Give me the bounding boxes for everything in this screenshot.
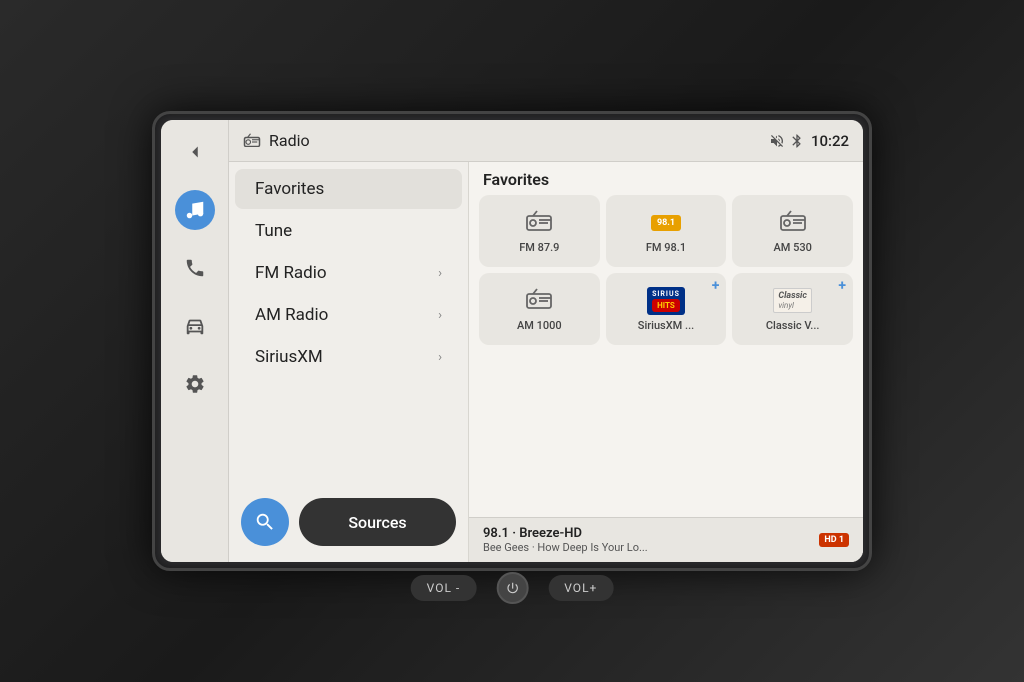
tile-label-fm879: FM 87.9 — [519, 241, 559, 254]
vol-minus-button[interactable]: VOL - — [411, 575, 477, 601]
add-icon: + — [712, 278, 720, 294]
infotainment-screen: Radio 10:22 — [161, 120, 863, 562]
tile-label-am530: AM 530 — [773, 241, 811, 254]
radio-tile-icon — [525, 286, 553, 315]
tile-label-siriushits: SiriusXM ... — [638, 319, 694, 332]
favorite-tile-am530[interactable]: AM 530 — [732, 195, 853, 267]
favorite-tile-am1000[interactable]: AM 1000 — [479, 273, 600, 345]
tile-label-fm981: FM 98.1 — [646, 241, 686, 254]
fm981-logo: 98.1 — [651, 209, 681, 237]
sidebar-settings-icon[interactable] — [175, 364, 215, 404]
sidebar — [161, 120, 229, 562]
menu-panel: Favorites Tune FM Radio › AM Radio › Sir — [229, 162, 469, 562]
favorites-panel: Favorites — [469, 162, 863, 562]
status-bar: 10:22 — [769, 132, 849, 150]
power-button[interactable] — [496, 572, 528, 604]
bluetooth-icon — [789, 133, 805, 149]
radio-tile-icon — [779, 208, 807, 237]
main-content: Radio 10:22 — [229, 120, 863, 562]
favorites-grid: FM 87.9 98.1 FM 98.1 — [469, 195, 863, 353]
radio-tile-icon — [525, 208, 553, 237]
hardware-controls: VOL - VOL+ — [411, 572, 614, 604]
chevron-icon: › — [438, 308, 442, 323]
hd-badge: HD 1 — [819, 533, 849, 547]
body-area: Favorites Tune FM Radio › AM Radio › Sir — [229, 162, 863, 562]
status-icons — [769, 133, 805, 149]
favorite-tile-siriushits[interactable]: + SIRIUS HITS SiriusXM ... — [606, 273, 727, 345]
now-playing-bar: 98.1 · Breeze-HD Bee Gees · How Deep Is … — [469, 517, 863, 562]
favorites-title: Favorites — [469, 162, 863, 195]
menu-item-am-radio[interactable]: AM Radio › — [235, 295, 462, 335]
now-playing-station: 98.1 · Breeze-HD — [483, 526, 813, 541]
classicvinyl-logo: Classic vinyl — [773, 287, 812, 315]
sources-button[interactable]: Sources — [299, 498, 456, 546]
menu-item-favorites[interactable]: Favorites — [235, 169, 462, 209]
tile-label-classicvinyl: Classic V... — [766, 319, 820, 332]
menu-item-tune[interactable]: Tune — [235, 211, 462, 251]
sidebar-music-icon[interactable] — [175, 190, 215, 230]
page-title: Radio — [269, 131, 761, 150]
sidebar-car-icon[interactable] — [175, 306, 215, 346]
radio-icon — [243, 131, 261, 151]
now-playing-song: Bee Gees · How Deep Is Your Lo... — [483, 541, 813, 554]
sidebar-back-icon[interactable] — [175, 132, 215, 172]
favorite-tile-fm879[interactable]: FM 87.9 — [479, 195, 600, 267]
add-icon: + — [838, 278, 846, 294]
sidebar-phone-icon[interactable] — [175, 248, 215, 288]
menu-item-siriusxm[interactable]: SiriusXM › — [235, 337, 462, 377]
screen-container: Radio 10:22 — [152, 111, 872, 571]
chevron-icon: › — [438, 350, 442, 365]
tile-label-am1000: AM 1000 — [517, 319, 562, 332]
vol-plus-button[interactable]: VOL+ — [548, 575, 613, 601]
siriushits-logo: SIRIUS HITS — [647, 287, 685, 315]
menu-actions: Sources — [229, 488, 468, 556]
clock: 10:22 — [811, 132, 849, 150]
now-playing-info: 98.1 · Breeze-HD Bee Gees · How Deep Is … — [483, 526, 813, 554]
menu-item-fm-radio[interactable]: FM Radio › — [235, 253, 462, 293]
header: Radio 10:22 — [229, 120, 863, 162]
search-button[interactable] — [241, 498, 289, 546]
mute-icon — [769, 133, 785, 149]
favorite-tile-classicvinyl[interactable]: + Classic vinyl Classic V... — [732, 273, 853, 345]
chevron-icon: › — [438, 266, 442, 281]
favorite-tile-fm981[interactable]: 98.1 FM 98.1 — [606, 195, 727, 267]
